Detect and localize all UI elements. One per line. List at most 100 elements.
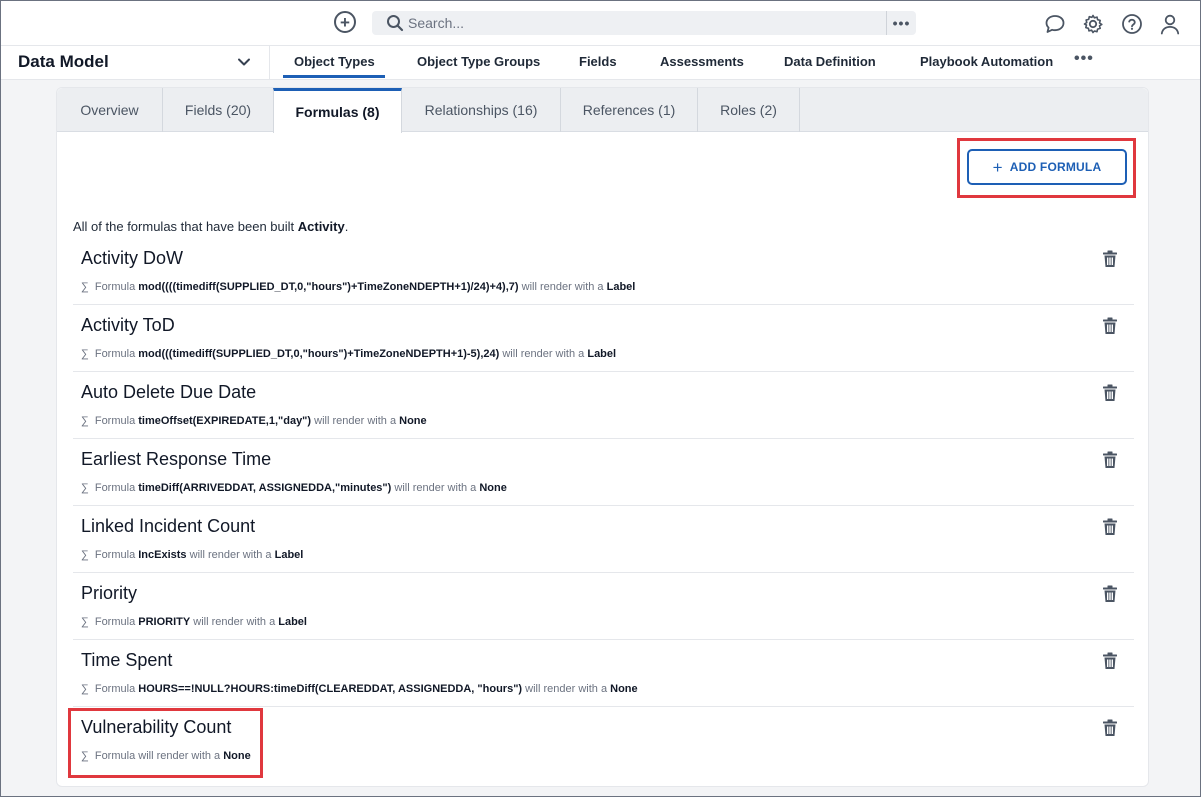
render-type: Label — [274, 549, 304, 561]
formula-label: Formula — [94, 348, 136, 360]
formula-label: Formula — [94, 616, 136, 628]
intro-object-name: Activity — [297, 219, 345, 234]
formula-meta: ∑ Formula timeDiff(ARRIVEDDAT, ASSIGNEDDA… — [81, 482, 507, 494]
sigma-icon: ∑ — [81, 683, 89, 695]
tab-overview[interactable]: Overview — [57, 88, 163, 132]
render-text: will render with a — [314, 415, 397, 427]
formula-expression: IncExists — [138, 549, 187, 561]
tab-formulas[interactable]: Formulas (8) — [273, 88, 402, 133]
trash-icon[interactable] — [1102, 585, 1118, 603]
nav-tab-object-type-groups[interactable]: Object Type Groups — [417, 54, 540, 69]
search-icon — [386, 14, 404, 32]
gear-icon[interactable] — [1081, 12, 1105, 36]
render-text: will render with a — [502, 348, 585, 360]
nav-tab-object-types[interactable]: Object Types — [283, 54, 385, 78]
render-type: None — [610, 683, 638, 695]
formula-expression: timeDiff(ARRIVEDDAT, ASSIGNEDDA,"minutes… — [138, 482, 392, 494]
formula-label: Formula — [94, 750, 136, 762]
trash-icon[interactable] — [1102, 451, 1118, 469]
formula-label: Formula — [94, 281, 136, 293]
render-text: will render with a — [193, 616, 276, 628]
formula-label: Formula — [94, 415, 136, 427]
render-type: None — [479, 482, 507, 494]
trash-icon[interactable] — [1102, 719, 1118, 737]
formula-label: Formula — [94, 482, 136, 494]
sigma-icon: ∑ — [81, 750, 89, 762]
search-more-button[interactable]: ••• — [886, 11, 916, 35]
formula-row: Activity DoW ∑ Formula mod((((timediff(SUP… — [73, 238, 1134, 305]
chevron-down-icon[interactable] — [237, 55, 251, 69]
nav-tab-assessments[interactable]: Assessments — [660, 54, 744, 69]
nav-tab-data-definition[interactable]: Data Definition — [784, 54, 876, 69]
tab-references[interactable]: References (1) — [561, 88, 698, 132]
formula-meta: ∑ Formula IncExists will render with a La… — [81, 549, 303, 561]
trash-icon[interactable] — [1102, 317, 1118, 335]
content-card: Overview Fields (20) Formulas (8) Relati… — [56, 87, 1149, 787]
formula-list: Activity DoW ∑ Formula mod((((timediff(SUP… — [73, 238, 1134, 774]
trash-icon[interactable] — [1102, 250, 1118, 268]
formula-name: Earliest Response Time — [81, 449, 272, 469]
search-bar[interactable]: ••• — [372, 11, 916, 35]
sigma-icon: ∑ — [81, 281, 89, 293]
nav-tab-playbook-automation[interactable]: Playbook Automation — [920, 54, 1053, 69]
formula-name: Priority — [81, 583, 138, 603]
help-icon[interactable] — [1120, 12, 1144, 36]
formula-expression: PRIORITY — [138, 616, 191, 628]
nav-more-button[interactable]: ••• — [1074, 50, 1094, 68]
formula-row: Activity ToD ∑ Formula mod(((timediff(SUPP… — [73, 305, 1134, 372]
formula-row: Vulnerability Count ∑ Formula will render … — [73, 707, 1134, 774]
nav-tab-fields[interactable]: Fields — [579, 54, 617, 69]
add-formula-button[interactable]: + ADD FORMULA — [967, 149, 1127, 185]
render-text: will render with a — [521, 281, 604, 293]
render-type: Label — [587, 348, 617, 360]
sigma-icon: ∑ — [81, 616, 89, 628]
nav-divider — [269, 46, 270, 80]
intro-suffix: . — [344, 219, 349, 234]
tab-fields[interactable]: Fields (20) — [163, 88, 274, 132]
formula-row: Priority ∑ Formula PRIORITY will render wi… — [73, 573, 1134, 640]
nav-row: Data Model Object Types Object Type Grou… — [1, 46, 1200, 80]
render-text: will render with a — [525, 683, 608, 695]
render-text: will render with a — [394, 482, 477, 494]
formula-name: Auto Delete Due Date — [81, 382, 257, 402]
page-title: Data Model — [18, 52, 109, 71]
formula-name: Activity ToD — [81, 315, 175, 335]
intro-text: All of the formulas that have been built… — [73, 219, 348, 234]
formula-row: Auto Delete Due Date ∑ Formula timeOffset(… — [73, 372, 1134, 439]
formula-meta: ∑ Formula will render with a None — [81, 750, 251, 762]
formula-row: Time Spent ∑ Formula HOURS==!NULL?HOURS:ti… — [73, 640, 1134, 707]
trash-icon[interactable] — [1102, 652, 1118, 670]
search-input[interactable] — [408, 12, 878, 34]
render-type: Label — [606, 281, 636, 293]
chat-icon[interactable] — [1043, 12, 1067, 36]
formula-expression: mod(((timediff(SUPPLIED_DT,0,"hours")+Ti… — [138, 348, 500, 360]
formula-meta: ∑ Formula HOURS==!NULL?HOURS:timeDiff(CLE… — [81, 683, 638, 695]
render-type: None — [399, 415, 427, 427]
formula-name: Time Spent — [81, 650, 173, 670]
render-text: will render with a — [138, 750, 221, 762]
formula-name: Linked Incident Count — [81, 516, 256, 536]
formula-row: Linked Incident Count ∑ Formula IncExists … — [73, 506, 1134, 573]
tab-roles[interactable]: Roles (2) — [698, 88, 800, 132]
formula-label: Formula — [94, 549, 136, 561]
render-text: will render with a — [189, 549, 272, 561]
formula-label: Formula — [94, 683, 136, 695]
formula-expression: HOURS==!NULL?HOURS:timeDiff(CLEAREDDAT, … — [138, 683, 523, 695]
intro-prefix: All of the formulas that have been built — [73, 219, 298, 234]
trash-icon[interactable] — [1102, 518, 1118, 536]
top-bar: + ••• — [1, 1, 1200, 46]
formula-meta: ∑ Formula mod((((timediff(SUPPLIED_DT,0,"… — [81, 281, 635, 293]
user-icon[interactable] — [1158, 12, 1182, 36]
add-formula-label: ADD FORMULA — [1009, 160, 1102, 174]
sigma-icon: ∑ — [81, 549, 89, 561]
tab-relationships[interactable]: Relationships (16) — [402, 88, 561, 132]
add-circle-icon[interactable]: + — [334, 11, 356, 33]
formula-row: Earliest Response Time ∑ Formula timeDiff(… — [73, 439, 1134, 506]
sub-tabs: Overview Fields (20) Formulas (8) Relati… — [57, 88, 1148, 133]
formula-expression: timeOffset(EXPIREDATE,1,"day") — [138, 415, 312, 427]
formula-meta: ∑ Formula PRIORITY will render with a Lab… — [81, 616, 307, 628]
formula-meta: ∑ Formula timeOffset(EXPIREDATE,1,"day") … — [81, 415, 427, 427]
trash-icon[interactable] — [1102, 384, 1118, 402]
formula-name: Vulnerability Count — [81, 717, 232, 737]
plus-icon: + — [992, 157, 1003, 177]
